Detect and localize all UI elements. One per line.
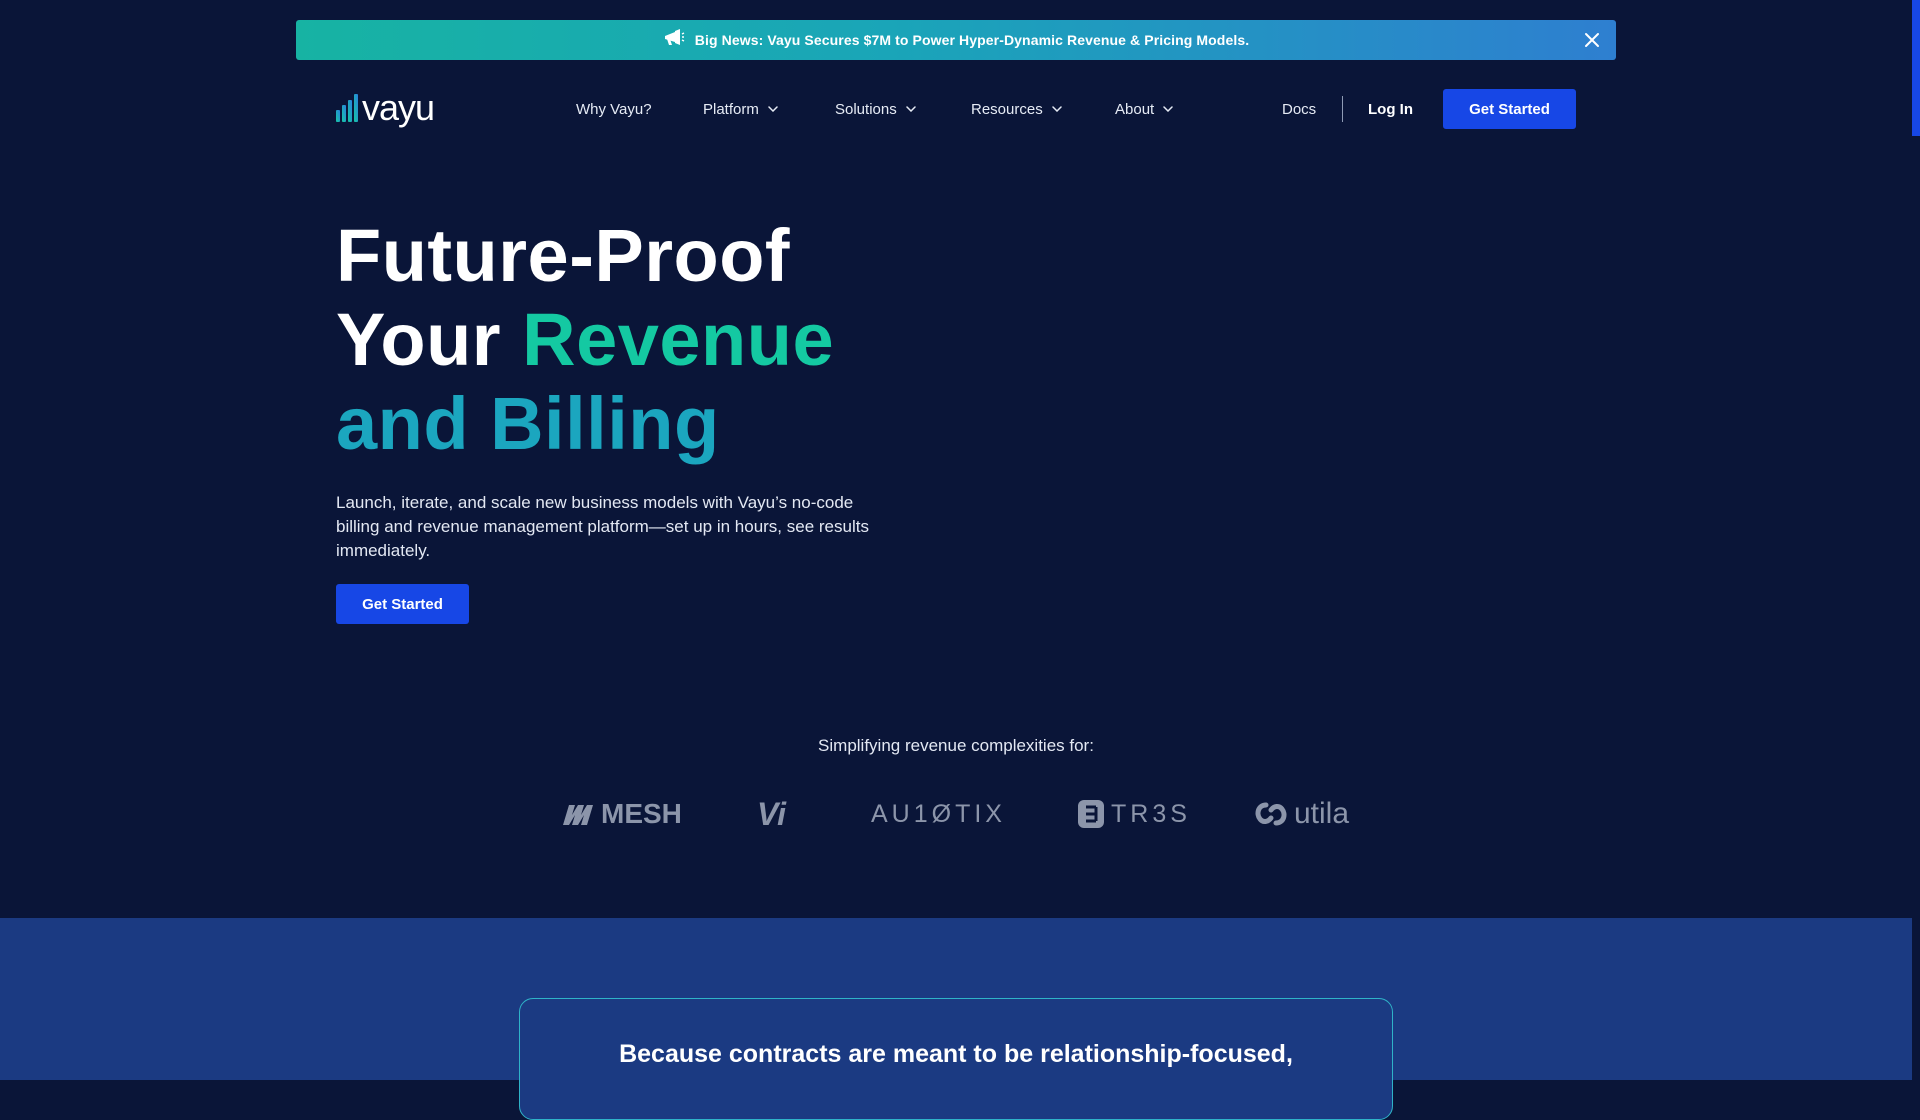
chevron-down-icon <box>1163 106 1173 112</box>
hero-title-line-3: and Billing <box>336 382 720 465</box>
client-logo-utila: utila <box>1254 794 1349 834</box>
logo-bars-icon <box>336 93 358 128</box>
logo-wordmark: vayu <box>362 87 435 128</box>
client-logo-vi-text: Vi <box>757 795 787 832</box>
nav-divider <box>1342 96 1343 122</box>
hero-title: Future-Proof Your Revenue and Billing <box>336 214 956 466</box>
hero-title-line-2: Your Revenue <box>336 298 956 382</box>
close-icon[interactable] <box>1582 30 1602 50</box>
client-logo-autotix-text: AU1ØTIX <box>871 799 1006 828</box>
client-logo-utila-text: utila <box>1294 797 1350 830</box>
login-link[interactable]: Log In <box>1368 96 1413 122</box>
client-logo-mesh: MESH <box>561 794 682 834</box>
chevron-down-icon <box>905 106 916 112</box>
nav-why-vayu[interactable]: Why Vayu? <box>576 96 652 122</box>
nav-label: Why Vayu? <box>576 100 652 118</box>
nav-solutions[interactable]: Solutions <box>835 96 916 122</box>
nav-label: Platform <box>703 100 759 118</box>
mesh-logo-icon <box>563 805 593 825</box>
client-logo-vi: Vi <box>757 794 786 834</box>
nav-docs[interactable]: Docs <box>1282 96 1316 122</box>
nav-label: Solutions <box>835 100 897 118</box>
clients-heading: Simplifying revenue complexities for: <box>818 736 1094 755</box>
chevron-down-icon <box>1051 106 1062 112</box>
client-logo-mesh-text: MESH <box>601 798 682 829</box>
get-started-hero-button[interactable]: Get Started <box>336 584 469 624</box>
hero-title-line-1: Future-Proof <box>336 214 791 297</box>
hero-subtitle: Launch, iterate, and scale new business … <box>336 493 869 560</box>
tres-logo-icon <box>1078 800 1104 828</box>
quote-card: Because contracts are meant to be relati… <box>519 998 1393 1120</box>
megaphone-icon <box>663 28 685 53</box>
client-logo-autotix: AU1ØTIX <box>871 794 1006 834</box>
nav-platform[interactable]: Platform <box>703 96 778 122</box>
client-logo-tres: TR3S <box>1077 794 1191 834</box>
get-started-nav-button[interactable]: Get Started <box>1443 89 1576 129</box>
nav-about[interactable]: About <box>1115 96 1173 122</box>
client-logo-tres-text: TR3S <box>1111 799 1191 828</box>
quote-text: Because contracts are meant to be relati… <box>619 1040 1293 1068</box>
announcement-content: Big News: Vayu Secures $7M to Power Hype… <box>663 28 1249 53</box>
nav-label: Docs <box>1282 100 1317 118</box>
chevron-down-icon <box>768 106 778 112</box>
hero-title-revenue: Revenue <box>522 298 835 381</box>
nav-label: About <box>1115 100 1155 118</box>
vayu-logo[interactable]: vayu <box>336 90 448 130</box>
nav-resources[interactable]: Resources <box>971 96 1062 122</box>
scrollbar-thumb[interactable] <box>1912 0 1920 136</box>
utila-logo-icon <box>1255 802 1287 826</box>
announcement-text[interactable]: Big News: Vayu Secures $7M to Power Hype… <box>695 32 1249 48</box>
hero-title-your: Your <box>336 298 523 381</box>
scrollbar-track[interactable] <box>1912 0 1920 1080</box>
announcement-banner[interactable]: Big News: Vayu Secures $7M to Power Hype… <box>296 20 1616 60</box>
nav-label: Resources <box>971 100 1043 118</box>
